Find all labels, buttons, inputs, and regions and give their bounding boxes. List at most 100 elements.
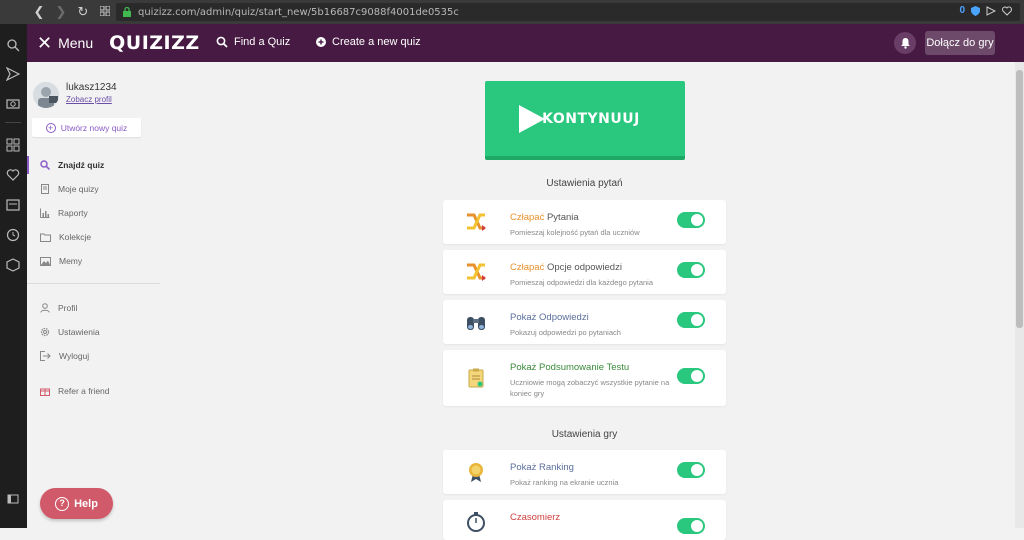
sidebar-item-logout[interactable]: Wyloguj: [27, 347, 160, 365]
sidebar-item-my-quizzes[interactable]: Moje quizy: [27, 180, 160, 198]
extensions-icon[interactable]: [6, 258, 20, 272]
sidebar-item-label: Refer a friend: [58, 386, 110, 396]
sidebar-item-label: Ustawienia: [58, 327, 100, 337]
tracker-count: 0: [959, 5, 965, 16]
view-profile-link[interactable]: Zobacz profil: [66, 95, 117, 104]
shuffle-questions-toggle[interactable]: [677, 212, 705, 228]
setting-title-rest: Pytania: [544, 212, 579, 223]
heart-icon[interactable]: [1002, 6, 1012, 16]
close-icon: ✕: [37, 32, 53, 54]
question-icon: ?: [55, 496, 70, 511]
setting-card-shuffle-questions: Człapać Pytania Pomieszaj kolejność pyta…: [443, 200, 726, 244]
setting-title-rest: Opcje odpowiedzi: [544, 262, 622, 273]
continue-label: KONTYNUUJ: [542, 110, 640, 127]
sidebar-item-find-quiz[interactable]: Znajdź quiz: [27, 156, 160, 174]
chart-icon: [40, 208, 50, 218]
avatar[interactable]: [33, 82, 59, 108]
setting-title-accent: Człapać: [510, 262, 545, 273]
shuffle-answers-toggle[interactable]: [677, 262, 705, 278]
divider: [27, 283, 160, 284]
setting-card-show-answers: Pokaż Odpowiedzi Pokazuj odpowiedzi po p…: [443, 300, 726, 344]
sidebar-item-reports[interactable]: Raporty: [27, 204, 160, 222]
notifications-button[interactable]: [894, 32, 916, 54]
timer-toggle[interactable]: [677, 518, 705, 534]
sidebar-item-label: Kolekcje: [59, 232, 92, 242]
heart-icon[interactable]: [6, 168, 20, 182]
create-new-quiz-button[interactable]: + Utwórz nowy quiz: [32, 118, 141, 137]
browser-toolbar: ❮ ❯ ↻ quizizz.com/admin/quiz/start_new/5…: [0, 0, 1024, 24]
play-icon: [519, 105, 545, 133]
setting-title: Pokaż Odpowiedzi: [510, 312, 589, 323]
gift-icon: [40, 388, 50, 396]
sidebar-item-refer-friend[interactable]: Refer a friend: [27, 382, 160, 400]
plus-circle-icon: [316, 37, 326, 47]
user-icon: [40, 303, 50, 313]
sidebar-item-memes[interactable]: Memy: [27, 252, 160, 270]
plus-icon: +: [45, 122, 56, 133]
sidebar-item-label: Profil: [58, 303, 78, 313]
menu-button[interactable]: ✕ Menu: [37, 33, 93, 54]
show-ranking-toggle[interactable]: [677, 462, 705, 478]
image-icon: [40, 256, 51, 266]
continue-button[interactable]: KONTYNUUJ: [485, 81, 685, 160]
username: lukasz1234: [66, 82, 117, 93]
camera-icon[interactable]: [6, 96, 20, 110]
shuffle-icon: [467, 213, 486, 231]
setting-title: Człapać Opcje odpowiedzi: [510, 262, 622, 273]
setting-title-accent: Człapać: [510, 212, 545, 223]
sidebar-item-label: Znajdź quiz: [58, 160, 105, 170]
sidebar-item-label: Wyloguj: [59, 351, 90, 361]
medal-icon: [469, 463, 483, 482]
sidebar-item-label: Raporty: [58, 208, 88, 218]
back-icon[interactable]: ❮: [28, 5, 50, 20]
question-settings-title: Ustawienia pytań: [546, 178, 623, 189]
setting-title: Człapać Pytania: [510, 212, 579, 223]
setting-card-show-ranking: Pokaż Ranking Pokaż ranking na ekranie u…: [443, 450, 726, 494]
reload-icon[interactable]: ↻: [72, 5, 94, 20]
sidebar-item-profile[interactable]: Profil: [27, 299, 160, 317]
setting-description: Pomieszaj kolejność pytań dla uczniów: [510, 228, 640, 237]
logout-icon: [40, 351, 51, 361]
speed-dial-icon[interactable]: [6, 138, 20, 152]
history-icon[interactable]: [6, 228, 20, 242]
setting-card-timer: Czasomierz: [443, 500, 726, 540]
show-answers-toggle[interactable]: [677, 312, 705, 328]
scrollbar[interactable]: [1015, 62, 1024, 528]
setting-description: Uczniowie mogą zobaczyć wszystkie pytani…: [510, 378, 670, 398]
create-quiz-link[interactable]: Create a new quiz: [316, 36, 421, 48]
sidebar-item-collections[interactable]: Kolekcje: [27, 228, 160, 246]
help-label: Help: [74, 497, 98, 510]
scrollbar-thumb[interactable]: [1016, 70, 1023, 328]
help-button[interactable]: ? Help: [40, 488, 113, 519]
sidebar: lukasz1234 Zobacz profil + Utwórz nowy q…: [27, 62, 160, 528]
create-new-quiz-label: Utwórz nowy quiz: [60, 122, 128, 133]
menu-label: Menu: [58, 35, 94, 51]
sidebar-toggle-icon[interactable]: [6, 492, 20, 506]
folder-icon: [40, 233, 51, 242]
find-quiz-label: Find a Quiz: [234, 36, 291, 48]
search-icon[interactable]: [6, 38, 20, 52]
sidebar-item-settings[interactable]: Ustawienia: [27, 323, 160, 341]
setting-card-show-summary: Pokaż Podsumowanie Testu Uczniowie mogą …: [443, 350, 726, 406]
send-icon[interactable]: [6, 67, 20, 81]
address-bar[interactable]: quizizz.com/admin/quiz/start_new/5b16687…: [116, 3, 1020, 21]
create-quiz-label: Create a new quiz: [332, 36, 421, 48]
forward-icon[interactable]: ❯: [50, 5, 72, 20]
search-icon: [216, 36, 228, 48]
send-icon[interactable]: [986, 5, 996, 16]
find-quiz-link[interactable]: Find a Quiz: [216, 36, 290, 48]
news-icon[interactable]: [6, 198, 20, 212]
join-game-button[interactable]: Dołącz do gry: [925, 31, 995, 55]
shield-icon[interactable]: [971, 5, 980, 16]
bell-icon: [900, 38, 910, 49]
profile-block: lukasz1234 Zobacz profil: [33, 82, 117, 108]
setting-title: Pokaż Podsumowanie Testu: [510, 362, 630, 373]
gear-icon: [40, 327, 50, 337]
logo[interactable]: QUIZIZZ: [109, 32, 200, 54]
show-summary-toggle[interactable]: [677, 368, 705, 384]
shuffle-icon: [467, 263, 486, 281]
app-header: ✕ Menu QUIZIZZ Find a Quiz Create a new …: [27, 24, 1024, 62]
clipboard-icon: [468, 368, 484, 388]
tabs-grid-icon[interactable]: [94, 5, 116, 20]
search-icon: [40, 160, 50, 170]
